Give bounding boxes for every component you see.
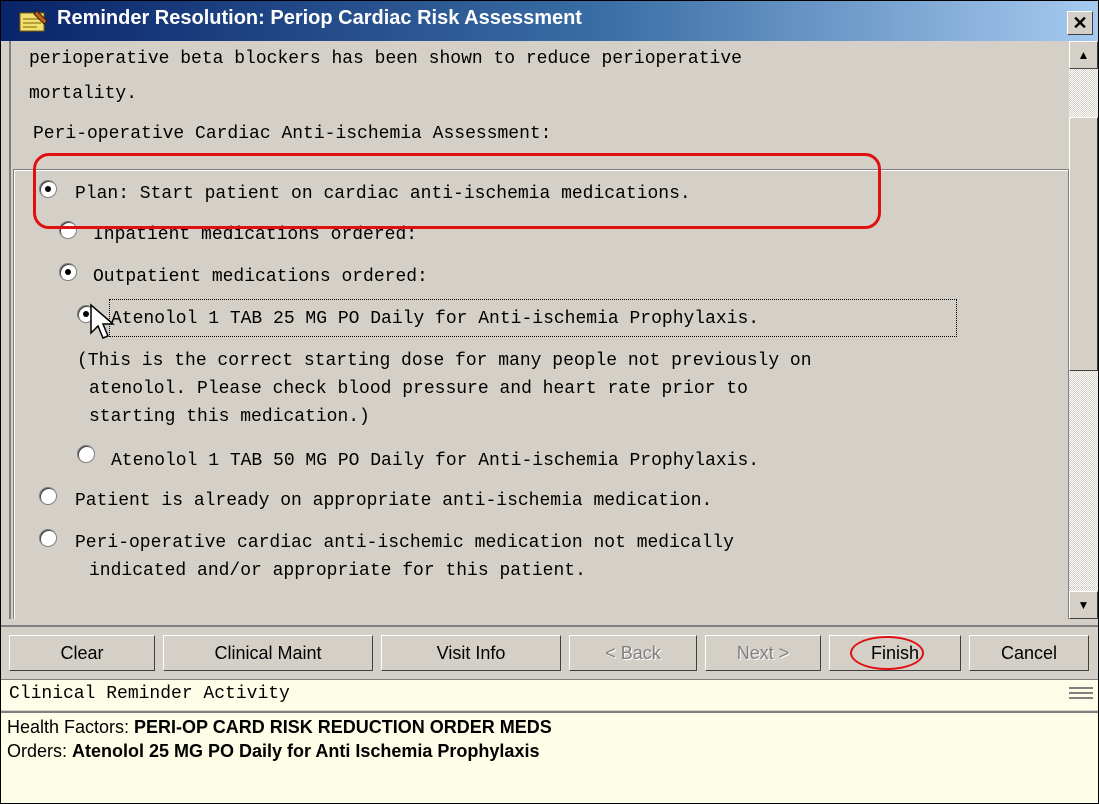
not-indicated-radio[interactable] — [39, 529, 57, 547]
dose-note-line-1: (This is the correct starting dose for m… — [77, 351, 812, 371]
scrollbar-thumb[interactable] — [1069, 117, 1098, 371]
orders-line: Orders: Atenolol 25 MG PO Daily for Anti… — [7, 741, 539, 762]
scroll-down-arrow-icon: ▼ — [1077, 598, 1090, 612]
health-factors-line: Health Factors: PERI-OP CARD RISK REDUCT… — [7, 717, 552, 738]
reminder-resolution-window: Reminder Resolution: Periop Cardiac Risk… — [0, 0, 1099, 804]
clear-button[interactable]: Clear — [9, 635, 155, 671]
button-bar: Clear Clinical Maint Visit Info < Back N… — [1, 625, 1098, 679]
back-button[interactable]: < Back — [569, 635, 697, 671]
close-button[interactable]: ✕ — [1067, 11, 1093, 35]
window-title: Reminder Resolution: Periop Cardiac Risk… — [57, 7, 582, 29]
not-indicated-label-line-1[interactable]: Peri-operative cardiac anti-ischemic med… — [75, 533, 734, 553]
next-button[interactable]: Next > — [705, 635, 821, 671]
reminder-dialog-content: perioperative beta blockers has been sho… — [9, 41, 1069, 619]
activity-header-label: Clinical Reminder Activity — [9, 684, 290, 704]
section-title: Peri-operative Cardiac Anti-ischemia Ass… — [33, 124, 552, 144]
orders-value: Atenolol 25 MG PO Daily for Anti Ischemi… — [72, 741, 540, 761]
dose-note-line-3: starting this medication.) — [89, 407, 370, 427]
intro-text-line-1: perioperative beta blockers has been sho… — [29, 49, 742, 69]
plan-highlight-annotation — [33, 153, 881, 229]
dose-note-line-2: atenolol. Please check blood pressure an… — [89, 379, 748, 399]
scroll-up-button[interactable]: ▲ — [1069, 41, 1098, 69]
not-indicated-label-line-2[interactable]: indicated and/or appropriate for this pa… — [89, 561, 586, 581]
close-icon: ✕ — [1072, 13, 1088, 33]
mouse-pointer-icon — [90, 303, 115, 339]
title-bar: Reminder Resolution: Periop Cardiac Risk… — [1, 1, 1098, 41]
atenolol-50-label[interactable]: Atenolol 1 TAB 50 MG PO Daily for Anti-i… — [111, 451, 759, 471]
finish-button[interactable]: Finish — [829, 635, 961, 671]
reminder-notepad-icon — [19, 10, 48, 32]
outpatient-radio[interactable] — [59, 263, 77, 281]
activity-header: Clinical Reminder Activity — [1, 679, 1098, 710]
orders-label: Orders: — [7, 741, 73, 761]
cancel-button[interactable]: Cancel — [969, 635, 1089, 671]
health-factors-value: PERI-OP CARD RISK REDUCTION ORDER MEDS — [134, 717, 552, 737]
activity-pane: Health Factors: PERI-OP CARD RISK REDUCT… — [1, 711, 1098, 803]
outpatient-label[interactable]: Outpatient medications ordered: — [93, 267, 428, 287]
already-on-medication-radio[interactable] — [39, 487, 57, 505]
clinical-maint-button[interactable]: Clinical Maint — [163, 635, 373, 671]
vertical-scrollbar[interactable]: ▲ ▼ — [1069, 41, 1098, 619]
health-factors-label: Health Factors: — [7, 717, 135, 737]
scroll-up-arrow-icon: ▲ — [1077, 48, 1090, 62]
scroll-down-button[interactable]: ▼ — [1069, 591, 1098, 619]
splitter-handle-icon[interactable] — [1069, 684, 1093, 704]
finish-highlight-annotation — [850, 636, 924, 670]
atenolol-25-label[interactable]: Atenolol 1 TAB 25 MG PO Daily for Anti-i… — [111, 309, 759, 329]
already-on-medication-label[interactable]: Patient is already on appropriate anti-i… — [75, 491, 712, 511]
intro-text-line-2: mortality. — [29, 84, 138, 104]
atenolol-50-radio[interactable] — [77, 445, 95, 463]
visit-info-button[interactable]: Visit Info — [381, 635, 561, 671]
